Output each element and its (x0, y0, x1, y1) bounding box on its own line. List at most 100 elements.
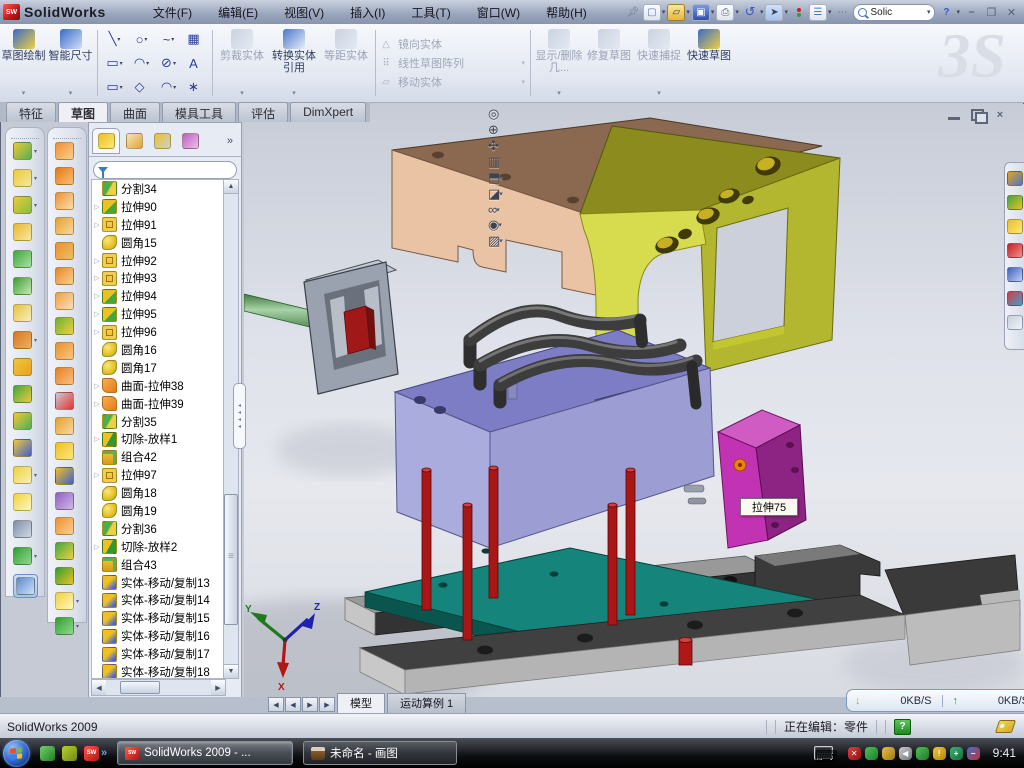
featuremanager-tab[interactable] (93, 129, 119, 153)
doc-minimize-button[interactable] (946, 108, 962, 121)
restore-button[interactable]: ❐ (983, 5, 1000, 19)
minimize-button[interactable]: – (963, 5, 980, 19)
doc-close-button[interactable]: × (992, 108, 1008, 121)
open-button[interactable]: ▱ (668, 5, 684, 20)
feature-tree-item[interactable]: ▷ 实体-移动/复制15 (92, 609, 225, 627)
point-icon[interactable]: ∗▾ (182, 75, 209, 99)
model-nozzle-clamp[interactable] (304, 260, 398, 394)
tree-horizontal-scrollbar[interactable]: ◀ ▶ (91, 679, 226, 696)
first-tab-button[interactable]: ◀ (268, 697, 284, 712)
mold-box-icon[interactable]: ▾ (55, 417, 79, 435)
feature-tree-item[interactable]: ▷ 切除-放样2 (92, 538, 225, 556)
combine-bodies-icon[interactable]: ▾ (13, 358, 37, 376)
menu-item[interactable]: 编辑(E) (205, 1, 271, 24)
ribbon-tab[interactable]: 特征 (6, 102, 56, 122)
solidworks-resources-icon[interactable] (1007, 243, 1023, 258)
propertymanager-tab[interactable] (121, 129, 147, 153)
toolbar-big-button[interactable]: 显示/删除几... ▾ (534, 24, 584, 102)
fillet-icon[interactable]: ▾ (13, 196, 37, 214)
menu-item[interactable]: 工具(T) (398, 1, 463, 24)
tag-icon[interactable] (995, 720, 1016, 733)
feature-tree-item[interactable]: ▷ 切除-放样1 (92, 430, 225, 448)
menu-item[interactable]: 帮助(H) (533, 1, 600, 24)
prev-tab-button[interactable]: ◀ (285, 697, 301, 712)
reference-axis-icon[interactable]: ▾ (13, 520, 37, 538)
extruded-boss-icon[interactable]: ▾ (13, 142, 37, 160)
heal-icon[interactable]: ▾ (55, 592, 79, 610)
feature-tree-item[interactable]: ▷ 曲面-拉伸38 (92, 377, 225, 395)
panel-overflow-chevron[interactable]: » (227, 135, 239, 147)
draft-analysis-icon[interactable]: ▾ (55, 167, 79, 185)
feature-tree-item[interactable]: ▷ 拉伸96 (92, 323, 225, 341)
shell-icon[interactable]: ▾ (13, 250, 37, 268)
document-tab[interactable]: 模型 (337, 693, 385, 713)
scroll-right-arrow[interactable]: ▶ (211, 680, 225, 695)
help-button[interactable]: ? (938, 5, 954, 20)
feature-tree-item[interactable]: ▷ 分割36 (92, 520, 225, 538)
rebuild-traffic-light-icon[interactable] (791, 5, 807, 20)
menu-item[interactable]: 插入(I) (337, 1, 398, 24)
search-input[interactable]: Solic ▾ (853, 4, 935, 21)
toolbar-big-button[interactable]: 快速草图 ▾ (684, 24, 734, 102)
toolbar-big-button[interactable]: 智能尺寸 ▾ (47, 24, 94, 102)
delete-body-icon[interactable]: ▾ (13, 466, 37, 484)
rectangle-icon[interactable]: ▭▾ (101, 51, 128, 75)
insert-folder-icon[interactable]: ▾ (55, 442, 79, 460)
curve-icon[interactable]: ▾ (13, 547, 37, 565)
quick-tips-icon[interactable]: ? (894, 719, 911, 735)
pan-icon[interactable]: ✣▾ (488, 138, 503, 154)
circle-icon[interactable]: ○▾ (128, 27, 155, 51)
feature-tree-item[interactable]: ▷ 拉伸90 (92, 198, 225, 216)
wireless-icon[interactable] (916, 747, 929, 760)
feature-tree-item[interactable]: ▷ 组合43 (92, 556, 225, 574)
menu-item[interactable]: 视图(V) (271, 1, 337, 24)
draft-icon[interactable]: ▾ (13, 277, 37, 295)
file-explorer-icon[interactable] (1007, 219, 1023, 234)
document-tab[interactable]: 运动算例 1 (387, 693, 466, 713)
slot-icon[interactable]: ▭▾ (101, 75, 128, 99)
shield-plus-icon[interactable]: + (950, 747, 963, 760)
parting-surface-icon[interactable]: ▾ (55, 217, 79, 235)
toolbar-big-button[interactable]: 快速捕捉 ▾ (634, 24, 684, 102)
undercut-analysis-icon[interactable]: ▾ (55, 192, 79, 210)
toolbar-big-button[interactable]: 剪裁实体 ▾ (216, 24, 268, 102)
expand-arrow-icon[interactable]: ▷ (92, 274, 102, 282)
feature-tree-item[interactable]: ▷ 实体-移动/复制17 (92, 645, 225, 663)
text-icon[interactable]: A▾ (182, 51, 209, 75)
feature-tree-item[interactable]: ▷ 拉伸94 (92, 287, 225, 305)
spline-icon[interactable]: ~▾ (155, 27, 182, 51)
expand-arrow-icon[interactable]: ▷ (92, 257, 102, 265)
zoom-area-icon[interactable]: ⊕▾ (488, 122, 503, 138)
badge-icon[interactable] (882, 747, 895, 760)
split-icon[interactable]: ▾ (13, 412, 37, 430)
hole-wizard-icon[interactable]: ▾ (13, 304, 37, 322)
ellipse-icon[interactable]: ⊘▾ (155, 51, 182, 75)
ruled-surface-icon[interactable]: ▾ (55, 267, 79, 285)
expand-arrow-icon[interactable]: ▷ (92, 382, 102, 390)
taskbar-clock[interactable]: 9:41 (993, 746, 1016, 760)
messenger-icon[interactable] (40, 746, 55, 761)
instant3d-icon[interactable] (13, 574, 38, 598)
feature-tree-item[interactable]: ▷ 实体-移动/复制14 (92, 591, 225, 609)
view-orientation-icon[interactable]: ⬒▾ (488, 170, 503, 186)
feature-tree-item[interactable]: ▷ 分割34 (92, 180, 225, 198)
feature-tree-item[interactable]: ▷ 拉伸95 (92, 305, 225, 323)
design-library-icon[interactable] (1007, 195, 1023, 210)
swept-boss-icon[interactable]: ▾ (13, 223, 37, 241)
menu-item[interactable]: 窗口(W) (464, 1, 533, 24)
linear-pattern-icon[interactable]: ▾ (13, 331, 37, 349)
model-magenta-insert[interactable] (718, 410, 806, 548)
core-icon[interactable]: ▾ (55, 367, 79, 385)
feature-tree-item[interactable]: ▷ 圆角16 (92, 341, 225, 359)
taskbar-window-solidworks[interactable]: SW SolidWorks 2009 - ... (117, 741, 293, 765)
feature-tree-item[interactable]: ▷ 实体-移动/复制13 (92, 574, 225, 592)
move-face-icon[interactable]: ▾ (55, 467, 79, 485)
pin-icon[interactable]: 📌︎ (625, 5, 641, 20)
toolbar-big-button[interactable]: 转换实体引用 ▾ (268, 24, 320, 102)
feature-tree-item[interactable]: ▷ 圆角18 (92, 484, 225, 502)
dimxpertmanager-tab[interactable] (177, 129, 203, 153)
toolbar-big-button[interactable]: 草图绘制 ▾ (0, 24, 47, 102)
toolbar-big-button[interactable]: 修复草图 ▾ (584, 24, 634, 102)
scroll-down-arrow[interactable]: ▼ (224, 664, 238, 678)
ribbon-tab[interactable]: 模具工具 (162, 102, 236, 122)
